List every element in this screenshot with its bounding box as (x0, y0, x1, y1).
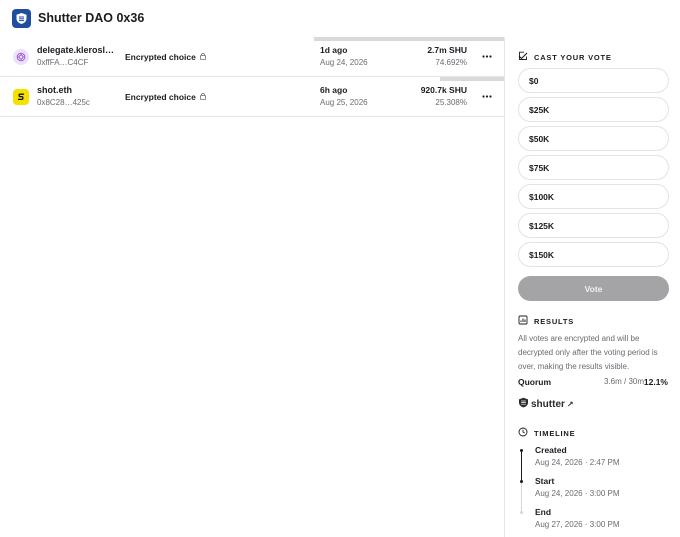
vote-choice: Encrypted choice (125, 52, 207, 62)
timeline-line-done (521, 451, 522, 483)
voter-name[interactable]: shot.eth (37, 85, 72, 95)
timeline-event-label: Created (535, 445, 567, 455)
vote-button[interactable]: Vote (518, 276, 669, 301)
vote-date: Aug 24, 2026 (320, 58, 368, 67)
external-link-icon: ↗ (566, 399, 574, 409)
timeline-title-label: TIMELINE (534, 428, 576, 438)
vote-row[interactable]: delegate.kleroslabs.eth 0xffFA…C4CF Encr… (0, 37, 504, 77)
vote-row[interactable]: shot.eth 0x8C28…425c Encrypted choice 6h… (0, 77, 504, 117)
timeline-dot (520, 480, 523, 483)
timeline-event-date: Aug 24, 2026 · 2:47 PM (535, 458, 620, 467)
choice-label: Encrypted choice (125, 52, 196, 62)
vote-option-75k[interactable]: $75K (518, 155, 669, 180)
shutter-logo-icon (518, 397, 529, 411)
more-icon[interactable] (480, 89, 494, 103)
timeline-event-date: Aug 24, 2026 · 3:00 PM (535, 489, 620, 498)
dao-name[interactable]: Shutter DAO 0x36 (38, 11, 144, 25)
shutter-link[interactable]: shutter ↗ (518, 397, 574, 411)
vote-time-relative: 6h ago (320, 85, 348, 95)
quorum-value: 3.6m / 30m (603, 377, 644, 386)
vote-choice: Encrypted choice (125, 92, 207, 102)
timeline-event-label: Start (535, 476, 555, 486)
timeline-title: TIMELINE (518, 427, 575, 439)
results-title: RESULTS (518, 315, 574, 327)
quorum-percent: 12.1% (643, 377, 668, 387)
avatar[interactable] (13, 89, 29, 105)
timeline-event-label: End (535, 507, 552, 517)
voter-address: 0x8C28…425c (37, 98, 90, 107)
vote-option-100k[interactable]: $100K (518, 184, 669, 209)
sidebar: CAST YOUR VOTE $0 $25K $50K $75K $100K $… (504, 37, 680, 537)
header: Shutter DAO 0x36 (0, 0, 680, 36)
timeline-dot (520, 449, 523, 452)
quorum-label: Quorum (518, 377, 552, 387)
voting-power: 2.7m SHU (427, 45, 467, 55)
timeline-line-pending (521, 483, 522, 513)
lock-icon (199, 92, 207, 102)
choice-label: Encrypted choice (125, 92, 196, 102)
voting-power: 920.7k SHU (420, 85, 467, 95)
avatar[interactable] (13, 49, 29, 65)
vote-option-25k[interactable]: $25K (518, 97, 669, 122)
lock-icon (199, 52, 207, 62)
vote-time-relative: 1d ago (320, 45, 348, 55)
vote-option-150k[interactable]: $150K (518, 242, 669, 267)
clock-icon (518, 427, 528, 439)
vote-power-bar (439, 77, 504, 81)
vote-option-0[interactable]: $0 (518, 68, 669, 93)
votes-list: delegate.kleroslabs.eth 0xffFA…C4CF Encr… (0, 37, 504, 117)
dao-shield-icon[interactable] (12, 8, 31, 28)
vote-option-125k[interactable]: $125K (518, 213, 669, 238)
vote-option-50k[interactable]: $50K (518, 126, 669, 151)
vote-date: Aug 25, 2026 (320, 98, 368, 107)
voter-name[interactable]: delegate.kleroslabs.eth (37, 45, 117, 55)
cast-vote-title-label: CAST YOUR VOTE (534, 52, 612, 62)
voting-power-percent: 74.692% (435, 58, 467, 67)
checkbox-icon (518, 51, 528, 63)
results-description: All votes are encrypted and will be decr… (518, 334, 658, 371)
results-title-label: RESULTS (534, 316, 575, 326)
voter-address: 0xffFA…C4CF (37, 58, 89, 67)
shutter-label: shutter (531, 398, 565, 410)
timeline-event-date: Aug 27, 2026 · 3:00 PM (535, 520, 620, 529)
more-icon[interactable] (480, 49, 494, 63)
vote-power-bar (313, 37, 504, 41)
timeline-dot (520, 511, 523, 514)
results-icon (518, 315, 528, 327)
cast-vote-title: CAST YOUR VOTE (518, 51, 612, 63)
voting-power-percent: 25.308% (435, 98, 467, 107)
